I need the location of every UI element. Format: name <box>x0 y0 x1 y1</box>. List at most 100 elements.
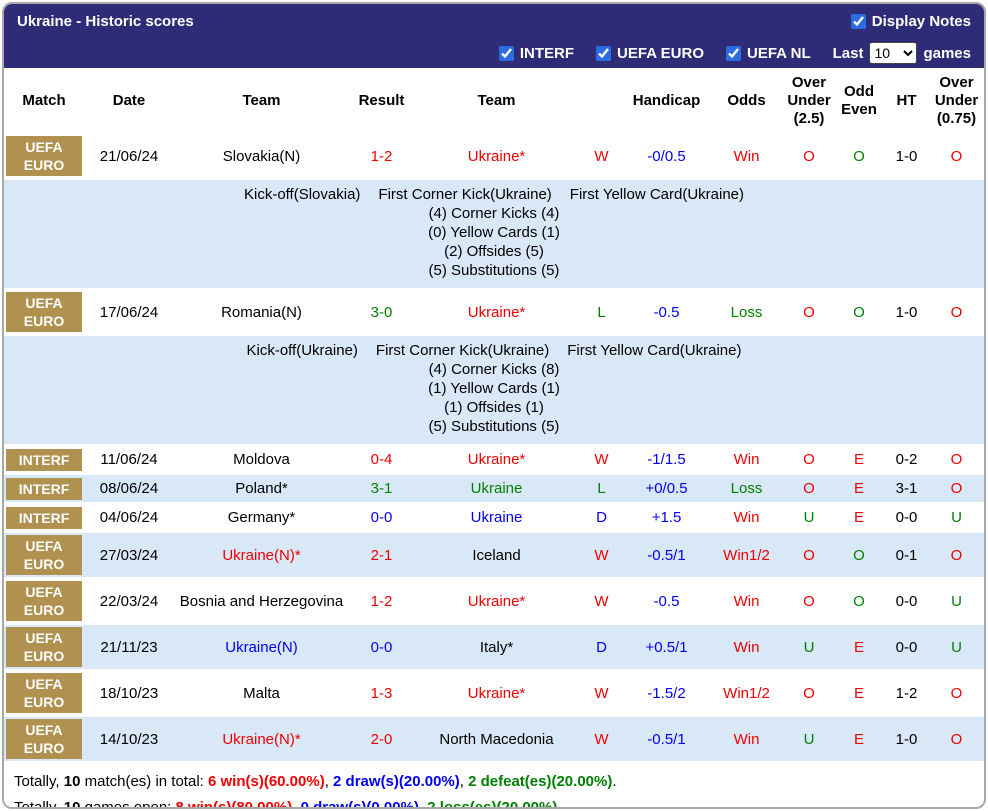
team-away-cell: Ukraine <box>414 503 579 532</box>
over-under-075-cell: O <box>929 289 984 335</box>
summary-segment: 10 <box>64 799 81 809</box>
date-cell: 04/06/24 <box>84 503 174 532</box>
date-cell: 14/10/23 <box>84 716 174 762</box>
summary-segment: 0 draw(s)(0.00%) <box>301 799 419 809</box>
competition-cell: UEFA EURO <box>4 578 84 624</box>
result-cell: 0-0 <box>349 624 414 670</box>
competition-badge: UEFA EURO <box>6 581 82 621</box>
notes-header-item: Kick-off(Slovakia) <box>244 185 360 204</box>
match-row: UEFA EURO22/03/24Bosnia and Herzegovina1… <box>4 578 984 624</box>
table-body: UEFA EURO21/06/24Slovakia(N)1-2Ukraine*W… <box>4 134 984 762</box>
date-cell: 17/06/24 <box>84 289 174 335</box>
match-row: INTERF08/06/24Poland*3-1UkraineL+0/0.5Lo… <box>4 474 984 503</box>
match-row: INTERF11/06/24Moldova0-4Ukraine*W-1/1.5W… <box>4 445 984 474</box>
title-bar: Ukraine - Historic scores Display Notes <box>4 4 984 38</box>
odds-cell: Win <box>709 624 784 670</box>
handicap-cell: -0.5/1 <box>624 532 709 578</box>
odds-cell: Loss <box>709 474 784 503</box>
notes-line: (1) Yellow Cards (1) <box>4 379 984 398</box>
interf-checkbox[interactable] <box>499 46 514 61</box>
notes-cell: Kick-off(Ukraine)First Corner Kick(Ukrai… <box>4 335 984 445</box>
scores-table: Match Date Team Result Team Handicap Odd… <box>4 68 984 763</box>
handicap-cell: -1/1.5 <box>624 445 709 474</box>
result-letter-cell: D <box>579 503 624 532</box>
match-row: UEFA EURO18/10/23Malta1-3Ukraine*W-1.5/2… <box>4 670 984 716</box>
competition-badge: UEFA EURO <box>6 627 82 667</box>
competition-cell: UEFA EURO <box>4 134 84 179</box>
filter-uefa-nl[interactable]: UEFA NL <box>726 45 811 62</box>
over-under-25-cell: U <box>784 624 834 670</box>
handicap-cell: -0.5/1 <box>624 716 709 762</box>
odd-even-cell: E <box>834 445 884 474</box>
over-under-075-cell: O <box>929 670 984 716</box>
summary-segment: 10 <box>64 773 81 790</box>
result-letter-cell: W <box>579 532 624 578</box>
notes-line: (1) Offsides (1) <box>4 398 984 417</box>
summary-segment: 2 draw(s)(20.00%) <box>333 773 460 790</box>
result-letter-cell: L <box>579 474 624 503</box>
odds-cell: Win <box>709 716 784 762</box>
handicap-cell: -0.5 <box>624 289 709 335</box>
uefa-nl-label: UEFA NL <box>747 45 811 62</box>
notes-line: (2) Offsides (5) <box>4 242 984 261</box>
col-header-team-away: Team <box>414 68 579 134</box>
games-label: games <box>923 45 971 62</box>
result-cell: 1-2 <box>349 578 414 624</box>
filter-uefa-euro[interactable]: UEFA EURO <box>596 45 704 62</box>
team-home-cell: Ukraine(N)* <box>174 532 349 578</box>
handicap-cell: -0.5 <box>624 578 709 624</box>
odds-cell: Win <box>709 445 784 474</box>
odd-even-cell: E <box>834 716 884 762</box>
notes-header-item: First Corner Kick(Ukraine) <box>378 185 551 204</box>
result-cell: 2-0 <box>349 716 414 762</box>
result-cell: 1-3 <box>349 670 414 716</box>
summary-segment: . <box>612 773 616 790</box>
col-header-date: Date <box>84 68 174 134</box>
games-count-select[interactable]: 10 <box>869 42 917 64</box>
result-cell: 3-0 <box>349 289 414 335</box>
competition-badge: INTERF <box>6 449 82 471</box>
match-row: UEFA EURO21/11/23Ukraine(N)0-0Italy*D+0.… <box>4 624 984 670</box>
ht-cell: 0-1 <box>884 532 929 578</box>
result-letter-cell: D <box>579 624 624 670</box>
match-row: INTERF04/06/24Germany*0-0UkraineD+1.5Win… <box>4 503 984 532</box>
last-games-group: Last 10 games <box>833 42 971 64</box>
date-cell: 08/06/24 <box>84 474 174 503</box>
summary-segment: 2 defeat(es)(20.00%) <box>468 773 612 790</box>
odds-cell: Win <box>709 503 784 532</box>
match-row: UEFA EURO14/10/23Ukraine(N)*2-0North Mac… <box>4 716 984 762</box>
ht-cell: 1-0 <box>884 716 929 762</box>
odd-even-cell: E <box>834 670 884 716</box>
notes-row: Kick-off(Slovakia) First Corner Kick(Ukra… <box>4 179 984 289</box>
notes-line: (5) Substitutions (5) <box>4 417 984 436</box>
team-away-cell: Ukraine* <box>414 670 579 716</box>
ht-cell: 1-0 <box>884 134 929 179</box>
result-letter-cell: W <box>579 578 624 624</box>
team-away-cell: Ukraine* <box>414 445 579 474</box>
filter-interf[interactable]: INTERF <box>499 45 574 62</box>
summary-segment: , <box>460 773 468 790</box>
uefa-nl-checkbox[interactable] <box>726 46 741 61</box>
historic-scores-panel: Ukraine - Historic scores Display Notes … <box>2 2 986 809</box>
notes-line: (0) Yellow Cards (1) <box>4 223 984 242</box>
notes-header-item: First Corner Kick(Ukraine) <box>376 341 549 360</box>
summary-segment: 8 win(s)(80.00%) <box>176 799 293 809</box>
handicap-cell: -1.5/2 <box>624 670 709 716</box>
team-away-cell: Italy* <box>414 624 579 670</box>
over-under-075-cell: U <box>929 503 984 532</box>
notes-cell: Kick-off(Slovakia) First Corner Kick(Ukra… <box>4 179 984 289</box>
notes-line: (4) Corner Kicks (8) <box>4 360 984 379</box>
odd-even-cell: E <box>834 624 884 670</box>
display-notes-toggle[interactable]: Display Notes <box>851 13 971 30</box>
competition-cell: UEFA EURO <box>4 289 84 335</box>
date-cell: 11/06/24 <box>84 445 174 474</box>
notes-header: Kick-off(Slovakia) First Corner Kick(Ukra… <box>4 185 984 204</box>
handicap-cell: +0.5/1 <box>624 624 709 670</box>
odd-even-cell: E <box>834 474 884 503</box>
col-header-wld <box>579 68 624 134</box>
display-notes-checkbox[interactable] <box>851 14 866 29</box>
odds-cell: Win1/2 <box>709 670 784 716</box>
over-under-075-cell: O <box>929 532 984 578</box>
result-letter-cell: L <box>579 289 624 335</box>
uefa-euro-checkbox[interactable] <box>596 46 611 61</box>
